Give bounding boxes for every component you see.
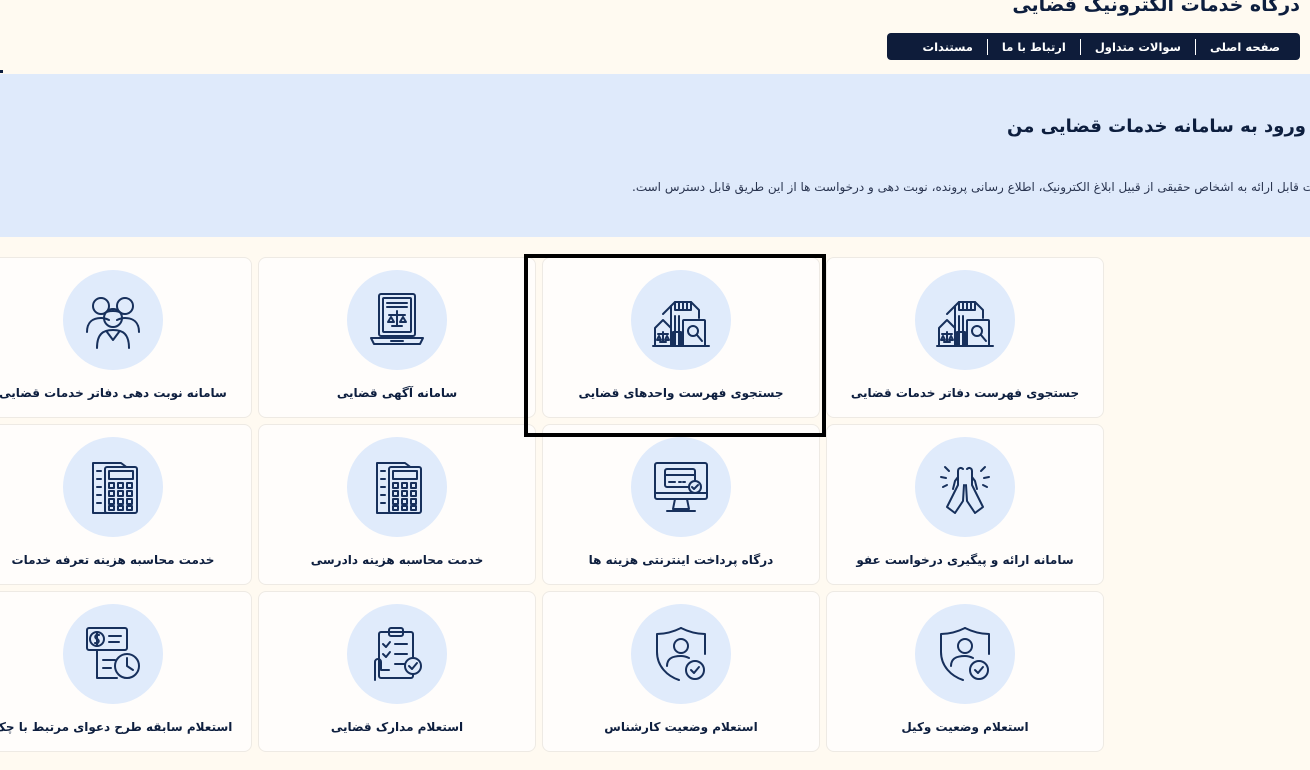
nav-contact-link[interactable]: ارتباط با ما xyxy=(996,40,1072,54)
monitor-card-icon xyxy=(649,455,713,519)
site-title: درگاه خدمات الکترونیک قضایی xyxy=(1012,0,1300,16)
icon-circle xyxy=(915,604,1015,704)
nav-separator xyxy=(1194,38,1196,55)
hero-title: ورود به سامانه خدمات قضایی من xyxy=(1007,116,1306,137)
service-card-label: درگاه پرداخت اینترنتی هزینه ها xyxy=(588,553,774,567)
praying-hands-icon xyxy=(933,455,997,519)
service-card-label: استعلام مدارک قضایی xyxy=(330,720,464,734)
service-card-label: جستجوی فهرست دفاتر خدمات قضایی xyxy=(850,386,1080,400)
icon-circle xyxy=(63,270,163,370)
building-search-icon xyxy=(933,288,997,352)
service-card-appointment-system[interactable]: سامانه نوبت دهی دفاتر خدمات قضایی xyxy=(0,257,252,418)
people-group-icon xyxy=(81,288,145,352)
icon-circle xyxy=(631,437,731,537)
icon-circle xyxy=(915,437,1015,537)
service-card-tariff-fee-calculator[interactable]: خدمت محاسبه هزینه تعرفه خدمات xyxy=(0,424,252,585)
service-card-judicial-ads[interactable]: سامانه آگهی قضایی xyxy=(258,257,536,418)
top-navigation: صفحه اصلی سوالات متداول ارتباط با ما مست… xyxy=(887,33,1300,60)
icon-circle xyxy=(631,604,731,704)
service-card-label: استعلام وضعیت کارشناس xyxy=(604,720,758,734)
service-card-label: سامانه ارائه و پیگیری درخواست عفو xyxy=(856,553,1074,567)
service-card-label: استعلام وضعیت وکیل xyxy=(901,720,1029,734)
service-card-cheque-lawsuit-history[interactable]: استعلام سابقه طرح دعوای مرتبط با چک xyxy=(0,591,252,752)
service-card-pardon-request[interactable]: سامانه ارائه و پیگیری درخواست عفو xyxy=(826,424,1104,585)
clipboard-check-icon xyxy=(365,622,429,686)
shield-user-check-icon xyxy=(933,622,997,686)
header: درگاه خدمات الکترونیک قضایی صفحه اصلی سو… xyxy=(0,0,1310,74)
nav-home-link[interactable]: صفحه اصلی xyxy=(1204,40,1286,54)
nav-faq-link[interactable]: سوالات متداول xyxy=(1089,40,1187,54)
corner-mark xyxy=(0,70,3,73)
building-search-icon xyxy=(649,288,713,352)
nav-docs-link[interactable]: مستندات xyxy=(917,40,979,54)
cheque-clock-icon xyxy=(81,622,145,686)
service-card-label: سامانه نوبت دهی دفاتر خدمات قضایی xyxy=(0,386,227,400)
icon-circle xyxy=(347,604,447,704)
icon-circle xyxy=(63,604,163,704)
service-card-judicial-units-search[interactable]: جستجوی فهرست واحدهای قضایی xyxy=(542,257,820,418)
service-card-expert-status[interactable]: استعلام وضعیت کارشناس xyxy=(542,591,820,752)
service-card-lawyer-status[interactable]: استعلام وضعیت وکیل xyxy=(826,591,1104,752)
service-card-court-fee-calculator[interactable]: خدمت محاسبه هزینه دادرسی xyxy=(258,424,536,585)
service-card-label: سامانه آگهی قضایی xyxy=(336,386,458,400)
service-card-judicial-documents[interactable]: استعلام مدارک قضایی xyxy=(258,591,536,752)
laptop-scales-icon xyxy=(365,288,429,352)
icon-circle xyxy=(631,270,731,370)
icon-circle xyxy=(347,270,447,370)
icon-circle xyxy=(63,437,163,537)
service-card-label: استعلام سابقه طرح دعوای مرتبط با چک xyxy=(0,720,233,734)
hero-banner: ورود به سامانه خدمات قضایی من ت قابل ارا… xyxy=(0,74,1310,237)
service-card-online-payment[interactable]: درگاه پرداخت اینترنتی هزینه ها xyxy=(542,424,820,585)
nav-separator xyxy=(986,38,988,55)
calculator-icon xyxy=(81,455,145,519)
service-card-label: خدمت محاسبه هزینه تعرفه خدمات xyxy=(11,553,215,567)
page: درگاه خدمات الکترونیک قضایی صفحه اصلی سو… xyxy=(0,0,1310,770)
icon-circle xyxy=(915,270,1015,370)
service-card-label: خدمت محاسبه هزینه دادرسی xyxy=(310,553,484,567)
shield-user-check-icon xyxy=(649,622,713,686)
calculator-icon xyxy=(365,455,429,519)
service-card-judicial-offices-search[interactable]: جستجوی فهرست دفاتر خدمات قضایی xyxy=(826,257,1104,418)
nav-separator xyxy=(1079,38,1081,55)
hero-description: ت قابل ارائه به اشخاص حقیقی از قبیل ابلا… xyxy=(632,180,1310,194)
icon-circle xyxy=(347,437,447,537)
service-card-label: جستجوی فهرست واحدهای قضایی xyxy=(578,386,784,400)
